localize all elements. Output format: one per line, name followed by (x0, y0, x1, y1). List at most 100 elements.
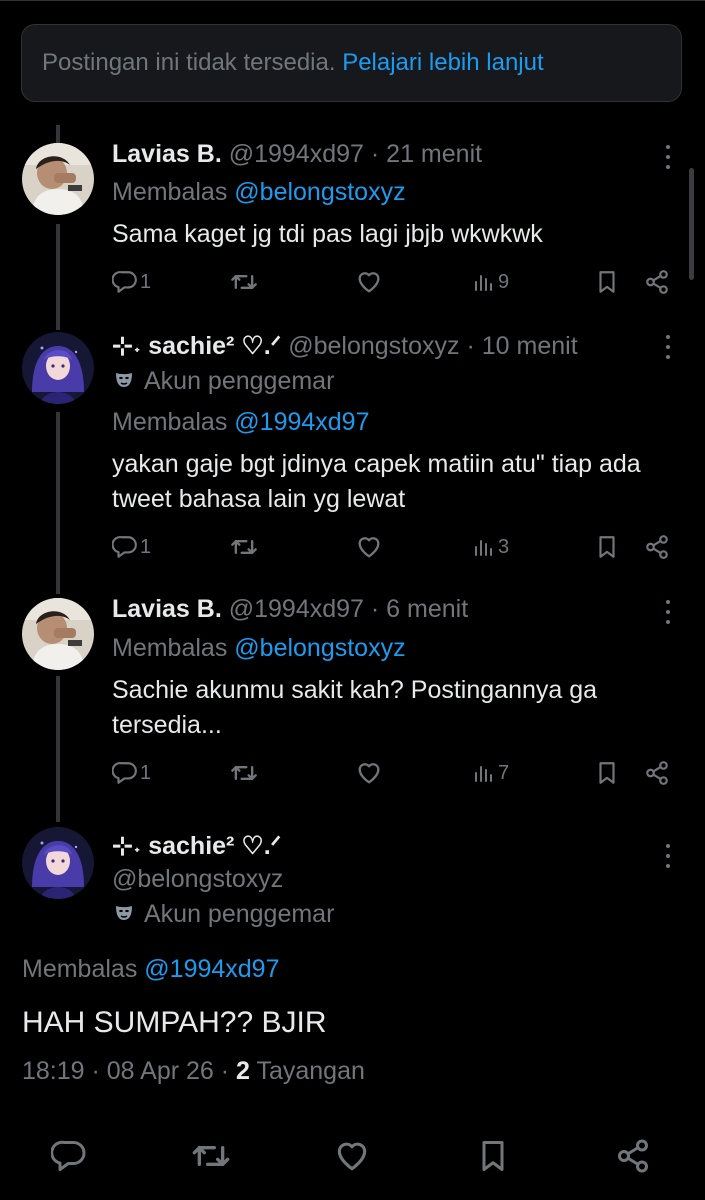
thread-line (56, 224, 60, 330)
mention-link[interactable]: @belongstoxyz (234, 634, 405, 662)
retweet-button[interactable] (230, 531, 258, 563)
reply-icon (51, 1138, 87, 1174)
replying-to-label: Membalas (22, 955, 138, 983)
post-time: · 6 menit (370, 595, 469, 623)
retweet-icon (230, 759, 258, 787)
post-time: · 10 menit (466, 332, 578, 360)
reply-icon (112, 760, 138, 786)
tweet-text: Sachie akunmu sakit kah? Postingannya ga… (112, 676, 598, 739)
reply-count: 1 (140, 535, 152, 558)
share-button[interactable] (644, 266, 670, 298)
view-count: 2 (236, 1057, 250, 1085)
theater-mask-icon (112, 368, 136, 392)
top-divider (0, 0, 705, 1)
tweet-text: yakan gaje bgt jdinya capek matiin atu" … (112, 450, 641, 513)
retweet-button[interactable] (189, 1134, 233, 1178)
action-bar: 1 3 (112, 531, 682, 563)
more-icon[interactable] (660, 142, 676, 172)
bookmark-button[interactable] (594, 757, 620, 789)
mention-link[interactable]: @1994xd97 (144, 955, 279, 983)
tweet-meta: 18:19 · 08 Apr 26 · 2 Tayangan (22, 1057, 365, 1086)
display-name[interactable]: Lavias B. (112, 595, 222, 623)
reply-icon (112, 534, 138, 560)
reply-count: 1 (140, 270, 152, 293)
reply-button[interactable]: 1 (112, 531, 151, 563)
more-icon[interactable] (660, 597, 676, 627)
thread-line (56, 412, 60, 594)
replying-to-label: Membalas (112, 634, 228, 662)
retweet-icon (191, 1136, 231, 1176)
share-button[interactable] (611, 1134, 655, 1178)
fan-account-badge: Akun penggemar (144, 367, 335, 395)
tweet-text: HAH SUMPAH?? BJIR (22, 1006, 327, 1039)
views-button[interactable]: 3 (472, 531, 509, 563)
share-button[interactable] (644, 757, 670, 789)
like-button[interactable] (355, 266, 383, 298)
heart-icon (333, 1137, 371, 1175)
bookmark-button[interactable] (594, 531, 620, 563)
avatar[interactable] (22, 143, 94, 215)
bookmark-icon (475, 1138, 511, 1174)
views-button[interactable]: 7 (472, 757, 509, 789)
tweet-text: Sama kaget jg tdi pas lagi jbjb wkwkwk (112, 220, 543, 248)
like-button[interactable] (355, 531, 383, 563)
avatar[interactable] (22, 827, 94, 899)
bookmark-button[interactable] (594, 266, 620, 298)
share-icon (644, 534, 670, 560)
reply-button[interactable] (47, 1134, 91, 1178)
timestamp: 18:19 · 08 Apr 26 · (22, 1057, 230, 1085)
theater-mask-icon (112, 901, 136, 925)
display-name[interactable]: ⊹˖ sachie² ♡.ᐟ (112, 332, 281, 360)
display-name[interactable]: Lavias B. (112, 140, 222, 168)
views-button[interactable]: 9 (472, 266, 509, 298)
reply-button[interactable]: 1 (112, 757, 151, 789)
user-handle[interactable]: @belongstoxyz (112, 865, 283, 893)
mention-link[interactable]: @belongstoxyz (234, 178, 405, 206)
retweet-button[interactable] (230, 757, 258, 789)
reply-count: 1 (140, 761, 152, 784)
views-icon (472, 535, 496, 559)
views-label[interactable]: Tayangan (256, 1057, 364, 1085)
like-button[interactable] (355, 757, 383, 789)
retweet-icon (230, 533, 258, 561)
replying-to-label: Membalas (112, 178, 228, 206)
avatar[interactable] (22, 332, 94, 404)
user-handle[interactable]: @1994xd97 (229, 595, 364, 623)
learn-more-link[interactable]: Pelajari lebih lanjut (342, 49, 543, 76)
user-handle[interactable]: @belongstoxyz (288, 332, 459, 360)
unavailable-post-notice: Postingan ini tidak tersedia. Pelajari l… (21, 24, 682, 102)
scrollbar[interactable] (689, 168, 694, 280)
reply-icon (112, 269, 138, 295)
thread-line (56, 676, 60, 822)
display-name[interactable]: ⊹˖ sachie² ♡.ᐟ (112, 832, 281, 860)
heart-icon (355, 759, 383, 787)
share-button[interactable] (644, 531, 670, 563)
views-icon (472, 270, 496, 294)
bookmark-icon (594, 760, 620, 786)
action-bar: 1 9 (112, 266, 682, 298)
view-count: 7 (498, 761, 510, 784)
thread-line (56, 125, 60, 143)
focused-action-bar (0, 1130, 705, 1180)
user-handle[interactable]: @1994xd97 (229, 140, 364, 168)
more-icon[interactable] (660, 332, 676, 362)
share-icon (644, 269, 670, 295)
bookmark-button[interactable] (471, 1134, 515, 1178)
action-bar: 1 7 (112, 757, 682, 789)
like-button[interactable] (330, 1134, 374, 1178)
share-icon (615, 1138, 651, 1174)
view-count: 3 (498, 535, 510, 558)
mention-link[interactable]: @1994xd97 (234, 408, 369, 436)
post-time: · 21 menit (370, 140, 483, 168)
heart-icon (355, 268, 383, 296)
retweet-icon (230, 268, 258, 296)
avatar[interactable] (22, 598, 94, 670)
reply-button[interactable]: 1 (112, 266, 151, 298)
replying-to-label: Membalas (112, 408, 228, 436)
fan-account-badge: Akun penggemar (144, 900, 335, 928)
views-icon (472, 761, 496, 785)
share-icon (644, 760, 670, 786)
more-icon[interactable] (660, 841, 676, 871)
heart-icon (355, 533, 383, 561)
retweet-button[interactable] (230, 266, 258, 298)
